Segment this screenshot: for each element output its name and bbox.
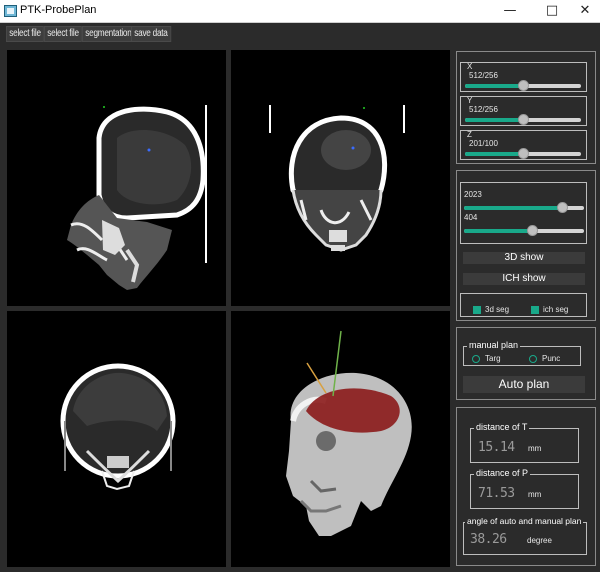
- 3d-seg-checkbox[interactable]: [473, 306, 481, 314]
- distance-p-box: distance of P 71.53 mm: [470, 468, 579, 509]
- punc-label: Punc: [542, 354, 561, 363]
- ich-show-button[interactable]: ICH show: [463, 273, 585, 285]
- coronal-view[interactable]: [231, 50, 450, 306]
- minimize-button[interactable]: —: [495, 2, 525, 20]
- z-slider-fill: [465, 152, 523, 156]
- y-slider-thumb[interactable]: [518, 114, 529, 125]
- distance-t-value: 15.14: [478, 440, 515, 455]
- targ-label: Targ: [485, 354, 501, 363]
- z-slider-box: Z 201/100: [460, 130, 587, 160]
- distance-t-unit: mm: [528, 444, 542, 453]
- angle-box: angle of auto and manual plan 38.26 degr…: [463, 516, 587, 555]
- x-slider-fill: [465, 84, 523, 88]
- x-value: 512/256: [469, 71, 498, 80]
- window-level-slider-fill: [464, 229, 532, 233]
- manual-plan-title: manual plan: [467, 340, 521, 350]
- distance-t-label: distance of T: [474, 422, 530, 432]
- window-level-slider-thumb[interactable]: [527, 225, 538, 236]
- window-width-slider-thumb[interactable]: [557, 202, 568, 213]
- 3d-skull-render: [286, 330, 412, 536]
- ich-seg-label: ich seg: [543, 305, 569, 314]
- x-slider-thumb[interactable]: [518, 80, 529, 91]
- window-level-box: 2023 404: [460, 182, 587, 244]
- distance-t-box: distance of T 15.14 mm: [470, 422, 579, 463]
- sagittal-view[interactable]: [7, 50, 226, 306]
- menu-select-file-1[interactable]: select file: [6, 26, 45, 42]
- manual-plan-box: manual plan Targ Punc: [463, 340, 581, 366]
- z-slider[interactable]: [465, 148, 581, 159]
- x-slider-box: X 512/256: [460, 62, 587, 92]
- ich-seg-checkbox[interactable]: [531, 306, 539, 314]
- menu-segmentation[interactable]: segmentation: [82, 26, 135, 42]
- window-level-value: 404: [464, 213, 478, 222]
- z-value: 201/100: [469, 139, 498, 148]
- y-slider-box: Y 512/256: [460, 96, 587, 126]
- window-width-slider-fill: [464, 206, 562, 210]
- menu-bar: select file select file segmentation sav…: [0, 23, 600, 44]
- y-label: Y: [467, 96, 473, 105]
- sagittal-slice-image: [67, 105, 207, 290]
- distance-p-label: distance of P: [474, 468, 531, 478]
- punc-radio[interactable]: [529, 355, 537, 363]
- title-bar: PTK-ProbePlan — □ ✕: [0, 0, 600, 23]
- segmentation-box: 3d seg ich seg: [460, 293, 587, 317]
- targ-radio[interactable]: [472, 355, 480, 363]
- x-label: X: [467, 62, 473, 71]
- window-title: PTK-ProbePlan: [20, 4, 97, 16]
- 3d-show-button[interactable]: 3D show: [463, 252, 585, 264]
- window-level-slider[interactable]: [464, 225, 584, 236]
- window-width-slider[interactable]: [464, 202, 584, 213]
- angle-label: angle of auto and manual plan: [465, 516, 584, 526]
- z-slider-thumb[interactable]: [518, 148, 529, 159]
- axial-slice-image: [60, 363, 176, 491]
- z-label: Z: [467, 130, 472, 139]
- auto-plan-button[interactable]: Auto plan: [463, 376, 585, 393]
- menu-select-file-2[interactable]: select file: [44, 26, 83, 42]
- menu-save-data[interactable]: save data: [131, 26, 171, 42]
- close-button[interactable]: ✕: [570, 2, 600, 20]
- 3d-seg-label: 3d seg: [485, 305, 510, 314]
- app-icon: [4, 5, 17, 17]
- axial-view[interactable]: [7, 311, 226, 567]
- distance-p-unit: mm: [528, 490, 542, 499]
- maximize-button[interactable]: □: [537, 2, 567, 20]
- volume-render-view[interactable]: [231, 311, 450, 567]
- distance-p-value: 71.53: [478, 486, 515, 501]
- y-value: 512/256: [469, 105, 498, 114]
- coronal-slice-image: [269, 105, 405, 252]
- window-width-value: 2023: [464, 190, 482, 199]
- angle-value: 38.26: [470, 532, 507, 547]
- y-slider-fill: [465, 118, 523, 122]
- x-slider[interactable]: [465, 80, 581, 91]
- y-slider[interactable]: [465, 114, 581, 125]
- angle-unit: degree: [527, 536, 552, 545]
